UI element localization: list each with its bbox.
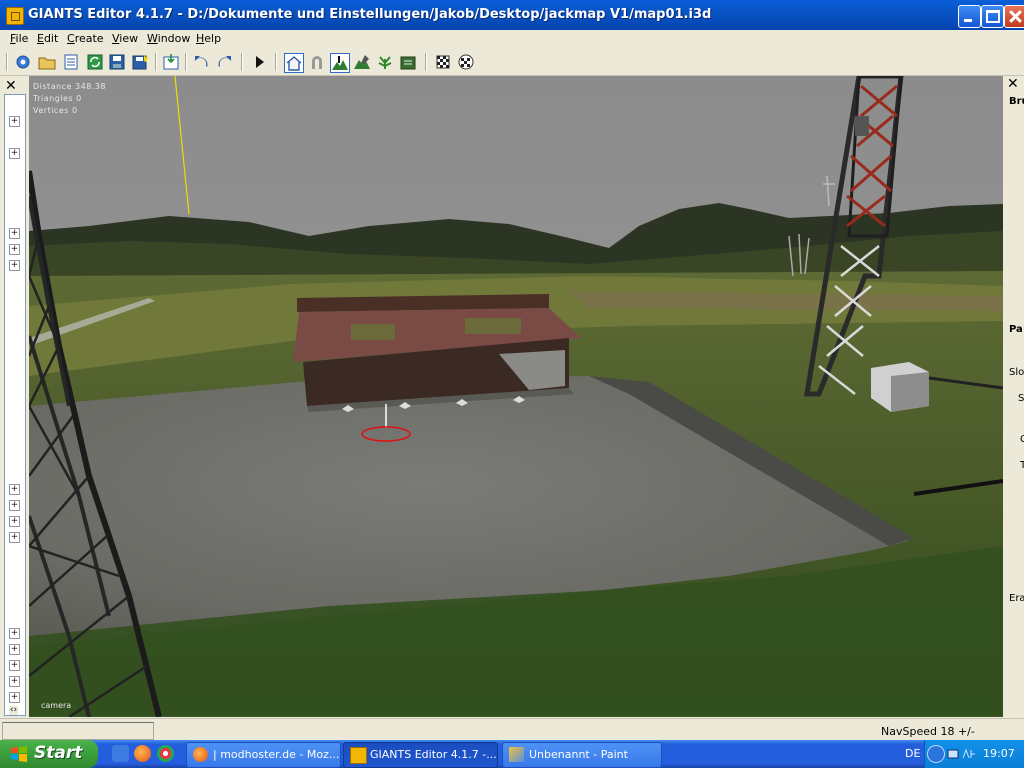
redo-icon[interactable] xyxy=(216,53,234,71)
import-icon[interactable] xyxy=(162,53,180,71)
language-indicator[interactable]: DE xyxy=(905,747,920,760)
status-field xyxy=(2,722,154,740)
checker-icon[interactable] xyxy=(457,53,475,71)
expand-icon[interactable]: + xyxy=(9,260,20,271)
expand-icon[interactable]: + xyxy=(9,644,20,655)
toolbar-separator xyxy=(241,53,243,71)
start-label: Start xyxy=(34,743,83,763)
panel-section-label: Pa xyxy=(1009,324,1023,335)
minimize-button[interactable] xyxy=(958,5,981,28)
windows-logo-icon xyxy=(11,746,27,762)
scroll-arrows-icon[interactable]: ‹› xyxy=(9,706,18,715)
expand-icon[interactable]: + xyxy=(9,692,20,703)
paint-icon xyxy=(509,747,524,762)
toolbar-separator xyxy=(185,53,187,71)
show-hidden-icons-icon[interactable] xyxy=(927,745,945,763)
menu-create[interactable]: Create xyxy=(67,32,104,45)
erase-label: Era xyxy=(1009,593,1024,604)
t-label: T xyxy=(1020,460,1024,471)
menu-window[interactable]: Window xyxy=(147,32,190,45)
status-bar: NavSpeed 18 +/- xyxy=(0,718,1024,741)
window-title: GIANTS Editor 4.1.7 - D:/Dokumente und E… xyxy=(28,7,712,22)
firefox-icon xyxy=(193,747,208,762)
task-label: | modhoster.de - Moz... xyxy=(213,748,340,761)
terrain-info-icon[interactable] xyxy=(399,53,417,71)
desktop-quicklaunch-icon[interactable] xyxy=(112,745,129,762)
maximize-button[interactable] xyxy=(981,5,1004,28)
task-firefox[interactable]: | modhoster.de - Moz... xyxy=(186,742,341,768)
task-label: GIANTS Editor 4.1.7 -... xyxy=(370,748,497,761)
toolbar-separator xyxy=(155,53,157,71)
triangles-readout: Triangles 0 xyxy=(33,94,82,103)
slope-label: Slo xyxy=(1009,367,1024,378)
scenegraph-tree[interactable]: + + + + + + + + + + + + + + ‹› xyxy=(4,94,26,716)
expand-icon[interactable]: + xyxy=(9,228,20,239)
giants-editor-icon xyxy=(350,747,367,764)
magnet-icon[interactable] xyxy=(308,53,326,71)
expand-icon[interactable]: + xyxy=(9,244,20,255)
brush-label: Bru xyxy=(1009,96,1024,107)
toolbar-grip xyxy=(6,53,8,71)
3d-viewport[interactable]: Distance 348.38 Triangles 0 Vertices 0 c… xyxy=(29,76,1003,717)
terrain-sculpt-icon[interactable] xyxy=(330,53,350,73)
list-icon[interactable] xyxy=(62,53,80,71)
toolbar xyxy=(0,49,1024,76)
task-paint[interactable]: Unbenannt - Paint xyxy=(502,742,662,768)
task-giants-editor[interactable]: GIANTS Editor 4.1.7 -... xyxy=(343,742,498,768)
save-as-icon[interactable] xyxy=(131,53,149,71)
start-button[interactable]: Start xyxy=(0,740,98,768)
clock[interactable]: 19:07 xyxy=(983,747,1015,760)
close-icon[interactable]: ✕ xyxy=(5,78,17,94)
menu-edit[interactable]: Edit xyxy=(37,32,58,45)
toolbar-separator xyxy=(425,53,427,71)
expand-icon[interactable]: + xyxy=(9,116,20,127)
expand-icon[interactable]: + xyxy=(9,516,20,527)
terrain-paint-icon[interactable] xyxy=(353,53,371,71)
task-label: Unbenannt - Paint xyxy=(529,748,628,761)
close-button[interactable] xyxy=(1004,5,1024,28)
close-icon[interactable]: ✕ xyxy=(1007,76,1019,92)
distance-readout: Distance 348.38 xyxy=(33,82,107,91)
undo-icon[interactable] xyxy=(192,53,210,71)
right-panel: ✕ Bru Pa Slo S C T Era xyxy=(1004,76,1024,718)
foliage-paint-icon[interactable] xyxy=(376,53,394,71)
menu-bar: File Edit Create View Window Help xyxy=(0,30,1024,48)
system-tray: 19:07 xyxy=(924,740,1024,768)
camera-label: camera xyxy=(41,701,72,710)
expand-icon[interactable]: + xyxy=(9,676,20,687)
open-folder-icon[interactable] xyxy=(38,53,56,71)
left-panel: ✕ + + + + + + + + + + + + + + ‹› xyxy=(0,76,28,718)
expand-icon[interactable]: + xyxy=(9,660,20,671)
firefox-quicklaunch-icon[interactable] xyxy=(134,745,151,762)
terrain-scene xyxy=(29,76,1003,717)
vertices-readout: Vertices 0 xyxy=(33,106,78,115)
navspeed-readout: NavSpeed 18 +/- xyxy=(881,725,975,738)
s-label: S xyxy=(1018,393,1024,404)
giants-editor-icon xyxy=(6,7,24,25)
settings-icon[interactable] xyxy=(14,53,32,71)
save-icon[interactable] xyxy=(108,53,126,71)
expand-icon[interactable]: + xyxy=(9,628,20,639)
media-quicklaunch-icon[interactable] xyxy=(157,745,174,762)
refresh-icon[interactable] xyxy=(86,53,104,71)
flag-icon[interactable] xyxy=(434,53,452,71)
title-bar[interactable]: GIANTS Editor 4.1.7 - D:/Dokumente und E… xyxy=(0,0,1024,30)
expand-icon[interactable]: + xyxy=(9,148,20,159)
play-icon[interactable] xyxy=(250,53,268,71)
home-icon[interactable] xyxy=(284,53,304,73)
menu-file[interactable]: File xyxy=(10,32,28,45)
menu-help[interactable]: Help xyxy=(196,32,221,45)
menu-view[interactable]: View xyxy=(112,32,138,45)
c-label: C xyxy=(1020,434,1024,445)
expand-icon[interactable]: + xyxy=(9,532,20,543)
toolbar-separator xyxy=(275,53,277,71)
expand-icon[interactable]: + xyxy=(9,500,20,511)
taskbar: Start | modhoster.de - Moz... GIANTS Edi… xyxy=(0,740,1024,768)
expand-icon[interactable]: + xyxy=(9,484,20,495)
tray-network-icon[interactable] xyxy=(947,746,977,762)
